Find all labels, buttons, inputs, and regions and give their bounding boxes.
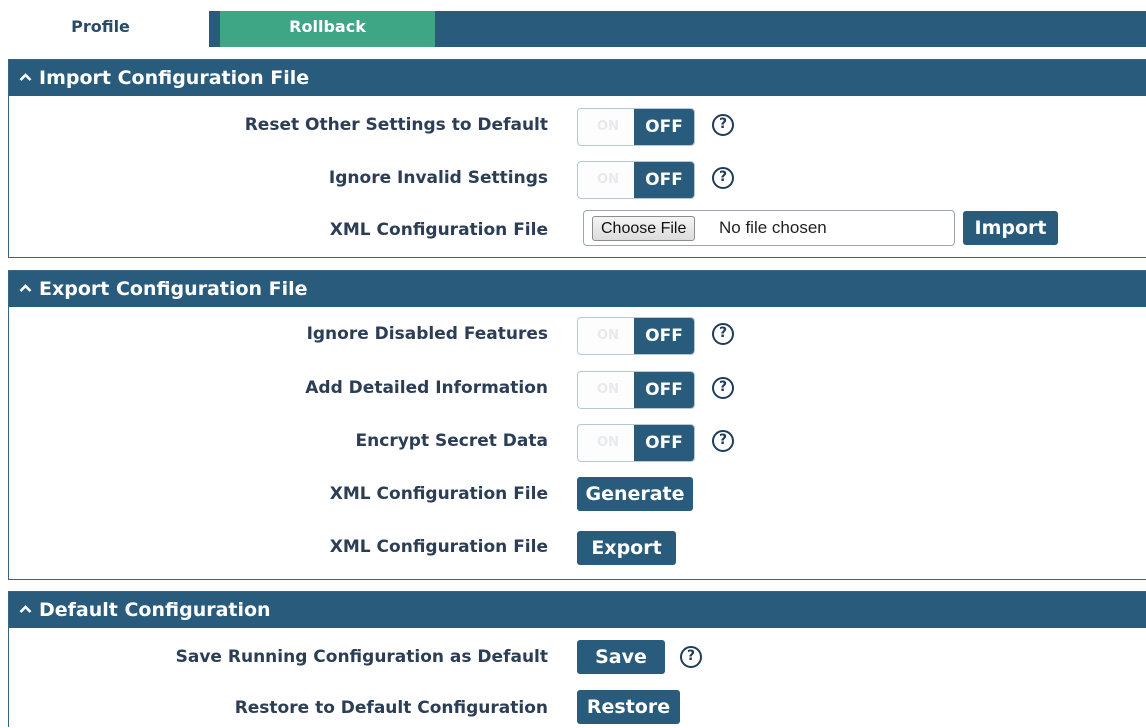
encrypt-secret-row: Encrypt Secret Data ON OFF ? xyxy=(9,421,1146,462)
add-detailed-row: Add Detailed Information ON OFF ? xyxy=(9,368,1146,409)
export-row: XML Configuration File Export xyxy=(9,527,1146,567)
import-section-title: Import Configuration File xyxy=(39,67,310,89)
default-section: Default Configuration Save Running Confi… xyxy=(8,591,1146,727)
help-icon[interactable]: ? xyxy=(712,430,734,452)
toggle-on-label: ON xyxy=(597,328,619,343)
file-input[interactable]: Choose File No file chosen xyxy=(583,210,955,246)
encrypt-secret-label: Encrypt Secret Data xyxy=(355,431,548,451)
restore-button[interactable]: Restore xyxy=(577,690,680,724)
toggle-on-label: ON xyxy=(597,172,619,187)
toggle-on-label: ON xyxy=(597,119,619,134)
help-icon[interactable]: ? xyxy=(712,114,734,136)
generate-label: XML Configuration File xyxy=(329,484,548,504)
generate-button[interactable]: Generate xyxy=(577,477,693,511)
toggle-on-label: ON xyxy=(597,382,619,397)
tab-rollback-label: Rollback xyxy=(289,17,366,36)
restore-default-label: Restore to Default Configuration xyxy=(234,698,548,718)
import-file-row: XML Configuration File Choose File No fi… xyxy=(9,210,1146,250)
ignore-invalid-toggle[interactable]: ON OFF xyxy=(577,161,695,199)
tab-profile-label: Profile xyxy=(71,17,130,36)
toggle-on-label: ON xyxy=(597,435,619,450)
save-default-row: Save Running Configuration as Default Sa… xyxy=(9,637,1146,677)
encrypt-secret-toggle[interactable]: ON OFF xyxy=(577,424,695,462)
reset-defaults-label: Reset Other Settings to Default xyxy=(244,115,548,135)
choose-file-button[interactable]: Choose File xyxy=(592,216,696,241)
tab-rollback[interactable]: Rollback xyxy=(220,11,435,47)
import-file-label: XML Configuration File xyxy=(329,220,548,240)
add-detailed-label: Add Detailed Information xyxy=(305,378,548,398)
generate-row: XML Configuration File Generate xyxy=(9,474,1146,514)
toggle-off-label: OFF xyxy=(634,318,694,354)
tab-profile[interactable]: Profile xyxy=(8,11,209,47)
export-section: Export Configuration File Ignore Disable… xyxy=(8,270,1146,580)
default-section-header[interactable]: Default Configuration xyxy=(9,592,1146,628)
default-section-title: Default Configuration xyxy=(39,599,271,621)
chevron-up-icon xyxy=(19,59,33,95)
export-button[interactable]: Export xyxy=(577,531,676,565)
help-icon[interactable]: ? xyxy=(712,323,734,345)
reset-defaults-toggle[interactable]: ON OFF xyxy=(577,108,695,146)
import-section: Import Configuration File Reset Other Se… xyxy=(8,59,1146,258)
ignore-disabled-label: Ignore Disabled Features xyxy=(306,324,548,344)
toggle-off-label: OFF xyxy=(634,109,694,145)
reset-defaults-row: Reset Other Settings to Default ON OFF ? xyxy=(9,105,1146,146)
export-label: XML Configuration File xyxy=(329,537,548,557)
chevron-up-icon xyxy=(19,591,33,627)
ignore-disabled-row: Ignore Disabled Features ON OFF ? xyxy=(9,314,1146,355)
save-button[interactable]: Save xyxy=(577,640,665,674)
import-section-header[interactable]: Import Configuration File xyxy=(9,60,1146,96)
save-default-label: Save Running Configuration as Default xyxy=(175,647,548,667)
tab-bar: Profile Rollback xyxy=(0,0,1146,47)
restore-default-row: Restore to Default Configuration Restore xyxy=(9,688,1146,728)
help-icon[interactable]: ? xyxy=(712,167,734,189)
export-section-title: Export Configuration File xyxy=(39,278,308,300)
toggle-off-label: OFF xyxy=(634,425,694,461)
chevron-up-icon xyxy=(19,270,33,306)
ignore-disabled-toggle[interactable]: ON OFF xyxy=(577,317,695,355)
toggle-off-label: OFF xyxy=(634,372,694,408)
file-status-text: No file chosen xyxy=(719,218,827,237)
ignore-invalid-row: Ignore Invalid Settings ON OFF ? xyxy=(9,158,1146,199)
ignore-invalid-label: Ignore Invalid Settings xyxy=(328,168,548,188)
help-icon[interactable]: ? xyxy=(712,377,734,399)
toggle-off-label: OFF xyxy=(634,162,694,198)
import-button[interactable]: Import xyxy=(963,211,1058,245)
help-icon[interactable]: ? xyxy=(680,646,702,668)
add-detailed-toggle[interactable]: ON OFF xyxy=(577,371,695,409)
export-section-header[interactable]: Export Configuration File xyxy=(9,271,1146,307)
